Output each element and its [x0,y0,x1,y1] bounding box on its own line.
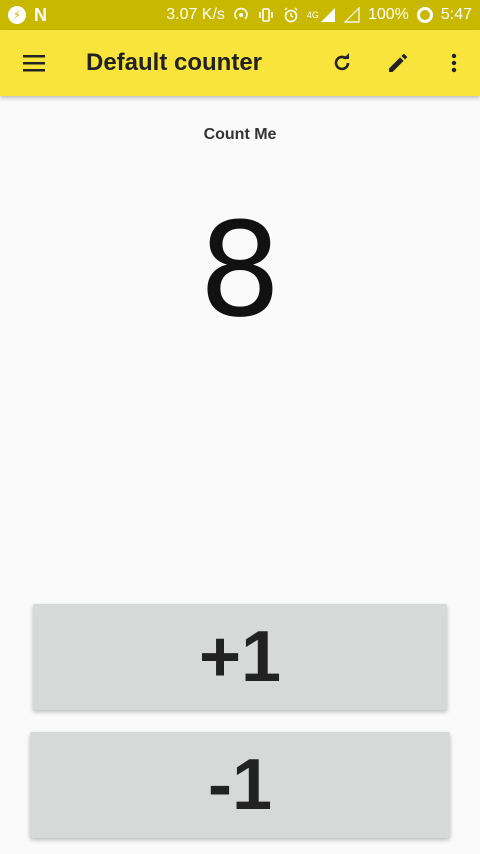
overflow-menu-button[interactable] [432,41,476,85]
network-speed: 3.07 K/s [166,6,225,23]
counter-label: Count Me [203,126,277,143]
reset-button[interactable] [320,41,364,85]
battery-percent: 100% [367,6,409,23]
app-bar: Default counter [0,30,480,96]
status-bar: ⚡ N 3.07 K/s 4G 100% 5:47 [0,0,480,30]
vibrate-icon [257,7,275,23]
decrement-button[interactable]: -1 [30,732,450,838]
app-notification-icon: ⚡ [8,6,26,24]
signal-icon: 4G [307,7,336,23]
hotspot-icon [233,7,249,23]
refresh-icon [334,53,350,71]
page-title: Default counter [86,49,263,76]
pencil-icon [389,54,407,72]
clock: 5:47 [440,6,472,23]
increment-button[interactable]: +1 [33,604,447,710]
alarm-icon [283,7,299,23]
menu-icon [23,55,45,72]
n-notification-icon: N [34,4,47,25]
edit-button[interactable] [376,41,420,85]
more-vert-icon [451,53,457,73]
counter-value: 8 [198,194,282,346]
menu-button[interactable] [12,41,56,85]
signal-empty-icon [343,7,360,23]
battery-icon [416,7,433,23]
